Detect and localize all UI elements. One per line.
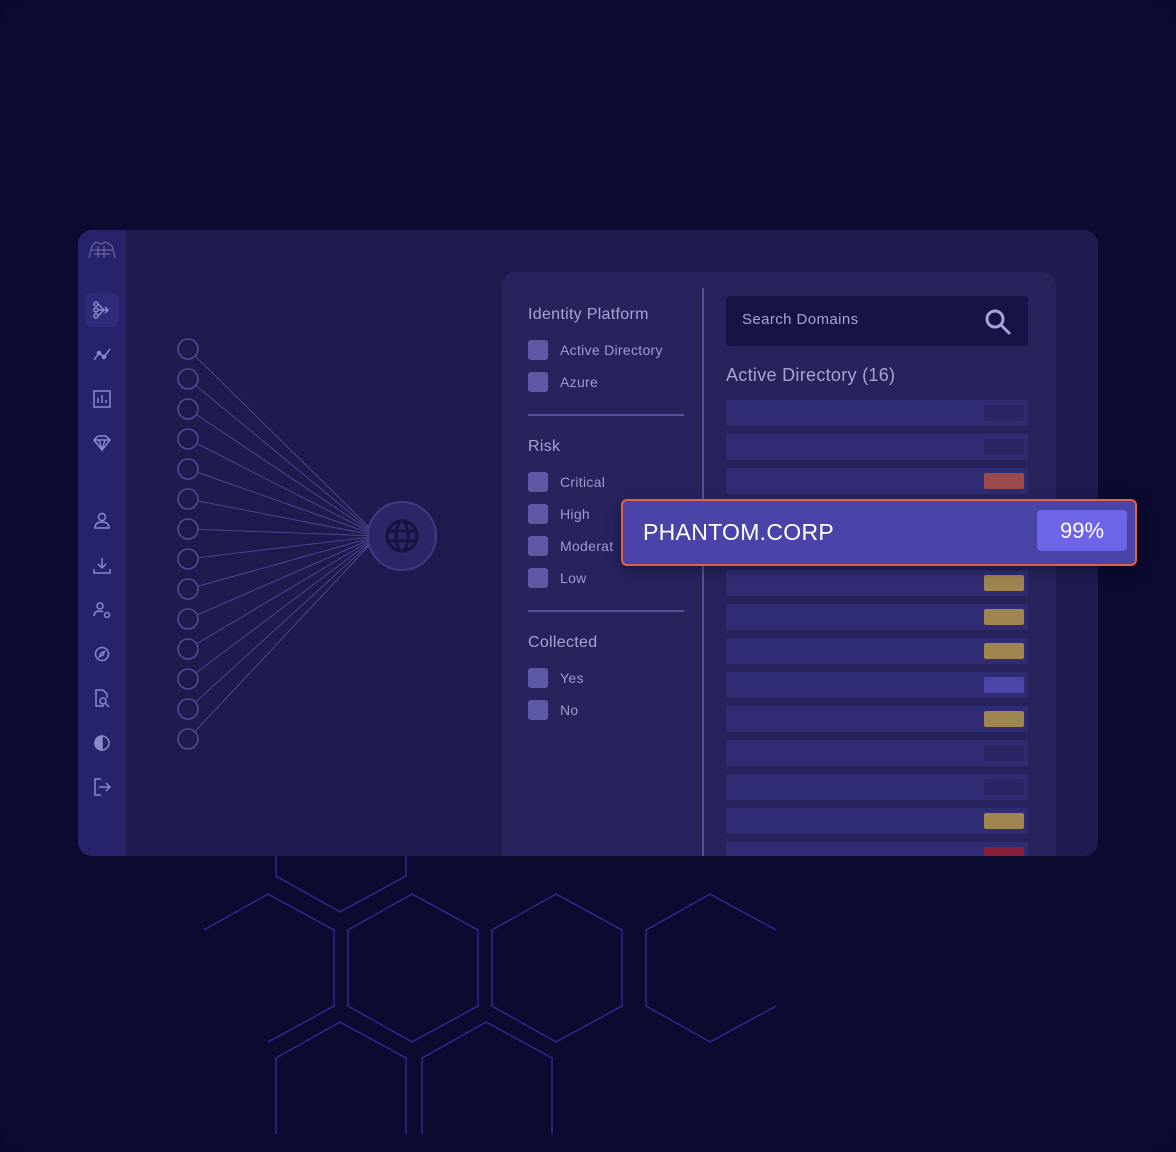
risk-chip xyxy=(984,575,1024,591)
domain-row[interactable] xyxy=(726,808,1028,834)
domain-list-title: Active Directory (16) xyxy=(726,365,896,385)
graph-edge xyxy=(187,378,379,537)
search-icon[interactable] xyxy=(984,308,1012,336)
graph-edge xyxy=(187,535,379,620)
graph-edge xyxy=(187,535,379,560)
graph-node xyxy=(177,428,199,450)
filter-option-high[interactable]: High xyxy=(528,504,590,524)
lion-logo-icon xyxy=(84,236,120,264)
risk-chip xyxy=(984,405,1024,421)
column-divider xyxy=(702,288,704,856)
graph-node xyxy=(177,548,199,570)
risk-chip xyxy=(984,439,1024,455)
graph-node xyxy=(177,698,199,720)
filter-divider xyxy=(528,414,684,416)
graph-node xyxy=(177,398,199,420)
domain-row[interactable] xyxy=(726,638,1028,664)
filter-option-yes[interactable]: Yes xyxy=(528,668,584,688)
domain-row[interactable] xyxy=(726,400,1028,426)
domain-row[interactable] xyxy=(726,570,1028,596)
graph-edge xyxy=(187,535,379,680)
graph-node xyxy=(177,458,199,480)
network-graph xyxy=(177,338,437,750)
filter-option-azure[interactable]: Azure xyxy=(528,372,598,392)
checkbox[interactable] xyxy=(528,472,548,492)
user-icon[interactable] xyxy=(85,504,119,538)
filter-option-moderate[interactable]: Moderat xyxy=(528,536,613,556)
domain-row[interactable] xyxy=(726,468,1028,494)
graph-node xyxy=(177,728,199,750)
checkbox[interactable] xyxy=(528,340,548,360)
risk-chip xyxy=(984,847,1024,856)
domain-row[interactable] xyxy=(726,604,1028,630)
filter-option-active-directory[interactable]: Active Directory xyxy=(528,340,663,360)
checkbox[interactable] xyxy=(528,700,548,720)
graph-edge xyxy=(187,535,379,710)
risk-chip xyxy=(984,711,1024,727)
search-placeholder: Search Domains xyxy=(742,311,859,328)
search-input[interactable]: Search Domains xyxy=(726,296,1028,346)
graph-node xyxy=(177,488,199,510)
graph-node xyxy=(177,638,199,660)
graph-edge xyxy=(187,535,379,650)
sidebar xyxy=(78,230,126,856)
page-background: Identity Platform Active Directory Azure… xyxy=(0,0,1176,1152)
bar-chart-icon[interactable] xyxy=(85,382,119,416)
highlighted-domain-card[interactable]: PHANTOM.CORP 99% xyxy=(621,499,1137,566)
checkbox[interactable] xyxy=(528,536,548,556)
filter-option-low[interactable]: Low xyxy=(528,568,587,588)
logout-icon[interactable] xyxy=(85,770,119,804)
risk-chip xyxy=(984,473,1024,489)
diamond-icon[interactable] xyxy=(85,426,119,460)
filter-title-risk: Risk xyxy=(528,438,561,455)
risk-chip xyxy=(984,643,1024,659)
domain-row[interactable] xyxy=(726,672,1028,698)
domain-row[interactable] xyxy=(726,706,1028,732)
graph-branch-icon[interactable] xyxy=(85,293,119,327)
line-chart-icon[interactable] xyxy=(85,338,119,372)
graph-edge xyxy=(187,468,379,537)
checkbox[interactable] xyxy=(528,372,548,392)
risk-chip xyxy=(984,779,1024,795)
filter-title-identity-platform: Identity Platform xyxy=(528,306,649,323)
graph-edge xyxy=(187,535,379,740)
checkbox[interactable] xyxy=(528,668,548,688)
filter-option-no[interactable]: No xyxy=(528,700,579,720)
domain-row[interactable] xyxy=(726,774,1028,800)
graph-edge xyxy=(187,408,379,537)
filter-title-collected: Collected xyxy=(528,634,598,651)
score-badge: 99% xyxy=(1037,510,1127,551)
graph-node xyxy=(177,668,199,690)
file-search-icon[interactable] xyxy=(85,681,119,715)
download-icon[interactable] xyxy=(85,549,119,583)
filter-divider xyxy=(528,610,684,612)
risk-chip xyxy=(984,745,1024,761)
compass-icon[interactable] xyxy=(85,637,119,671)
contrast-icon[interactable] xyxy=(85,726,119,760)
risk-chip xyxy=(984,677,1024,693)
checkbox[interactable] xyxy=(528,504,548,524)
graph-node xyxy=(177,518,199,540)
graph-node xyxy=(177,608,199,630)
user-settings-icon[interactable] xyxy=(85,593,119,627)
risk-chip xyxy=(984,609,1024,625)
risk-chip xyxy=(984,813,1024,829)
graph-edge xyxy=(187,348,379,537)
graph-edge xyxy=(187,438,379,537)
graph-node xyxy=(177,368,199,390)
graph-node xyxy=(177,338,199,360)
domain-row[interactable] xyxy=(726,842,1028,856)
filter-option-critical[interactable]: Critical xyxy=(528,472,605,492)
graph-node xyxy=(177,578,199,600)
checkbox[interactable] xyxy=(528,568,548,588)
domain-row[interactable] xyxy=(726,740,1028,766)
domain-name: PHANTOM.CORP xyxy=(643,519,835,545)
domain-row[interactable] xyxy=(726,434,1028,460)
